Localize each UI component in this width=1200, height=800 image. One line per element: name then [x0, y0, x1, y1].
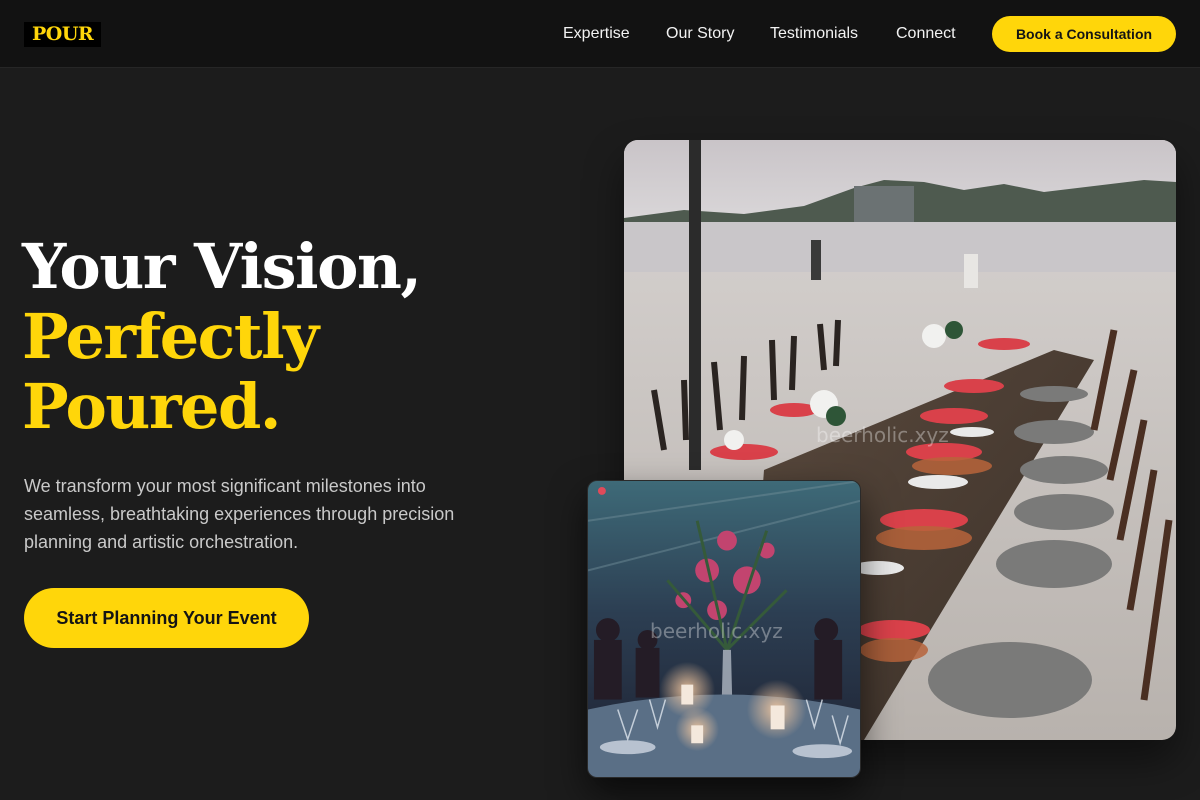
headline-line-1: Your Vision, [22, 230, 422, 303]
site-header: POUR Expertise Our Story Testimonials Co… [0, 0, 1200, 68]
hero-headline: Your Vision, Perfectly Poured. [22, 232, 582, 442]
headline-line-3: Poured. [22, 370, 281, 443]
hero-intro: We transform your most significant miles… [24, 476, 455, 552]
secondary-photo-watermark: beerholic.xyz [650, 619, 783, 643]
headline-line-2: Perfectly [22, 300, 319, 373]
start-planning-button[interactable]: Start Planning Your Event [24, 588, 309, 648]
nav-link-expertise[interactable]: Expertise [563, 24, 630, 44]
nav-link-our-story[interactable]: Our Story [666, 24, 734, 44]
candlelit-banquet-photo: beerholic.xyz [587, 480, 861, 778]
brand-logo[interactable]: POUR [24, 22, 102, 47]
book-consultation-button[interactable]: Book a Consultation [992, 16, 1176, 52]
nav-link-testimonials[interactable]: Testimonials [770, 24, 858, 44]
nav-link-connect[interactable]: Connect [896, 24, 956, 44]
main-photo-watermark: beerholic.xyz [816, 423, 949, 447]
